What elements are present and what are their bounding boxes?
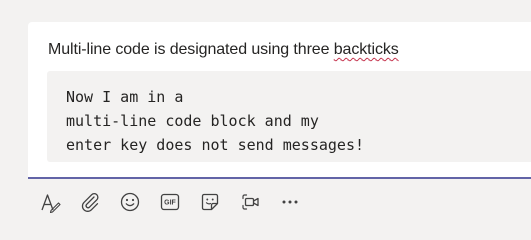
compose-toolbar: GIF — [36, 186, 316, 218]
compose-text-plain: Multi-line code is designated using thre… — [48, 41, 334, 58]
sticker-button[interactable] — [196, 188, 224, 216]
message-compose-box[interactable]: Multi-line code is designated using thre… — [28, 22, 531, 179]
gif-label: GIF — [164, 200, 176, 207]
format-icon — [41, 194, 61, 213]
paperclip-icon — [81, 193, 99, 212]
emoji-button[interactable] — [116, 188, 144, 216]
ellipsis-icon — [282, 200, 298, 204]
misspelled-word[interactable]: backticks — [334, 41, 399, 58]
format-button[interactable] — [36, 188, 64, 216]
code-line: Now I am in a — [66, 88, 184, 106]
sticker-icon — [201, 193, 219, 211]
emoji-icon — [120, 192, 140, 212]
code-line: enter key does not send messages! — [66, 136, 365, 154]
attach-button[interactable] — [76, 188, 104, 216]
more-options-button[interactable] — [276, 188, 304, 216]
gif-icon: GIF — [160, 193, 180, 211]
code-block[interactable]: Now I am in a multi-line code block and … — [47, 71, 531, 162]
gif-button[interactable]: GIF — [156, 188, 184, 216]
video-meet-icon — [242, 194, 259, 210]
meet-now-button[interactable] — [236, 188, 264, 216]
compose-text[interactable]: Multi-line code is designated using thre… — [48, 41, 399, 59]
code-line: multi-line code block and my — [66, 112, 319, 130]
